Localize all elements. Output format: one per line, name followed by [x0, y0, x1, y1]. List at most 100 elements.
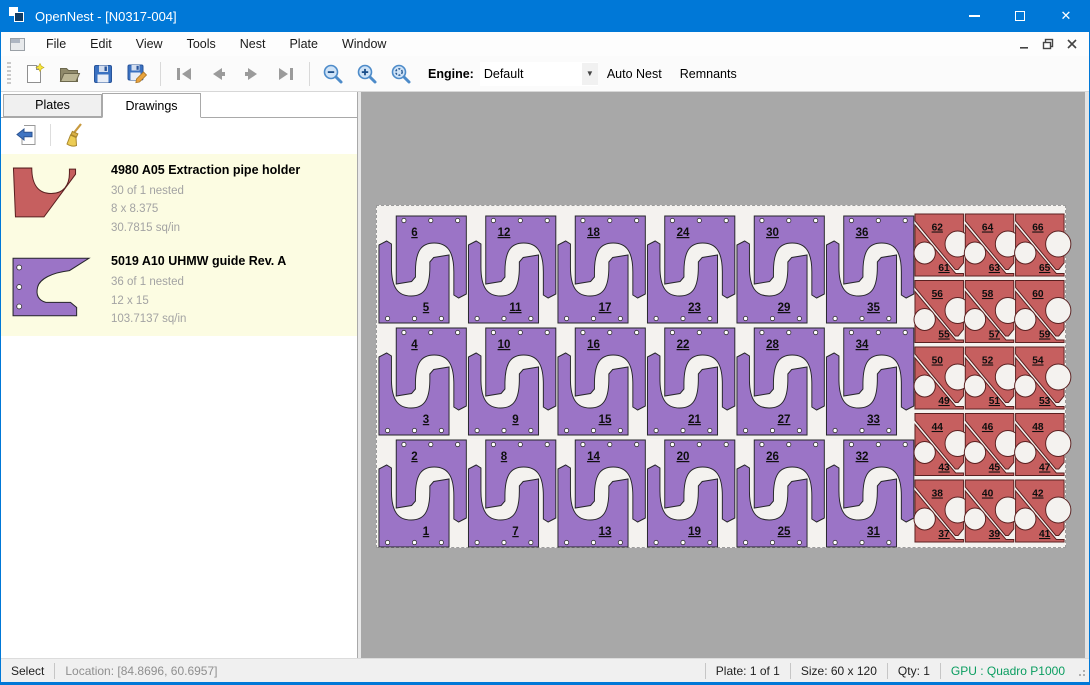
nest-pair-purple[interactable]: 87 [468, 440, 555, 547]
svg-text:40: 40 [982, 488, 994, 499]
menu-tools[interactable]: Tools [175, 34, 228, 54]
menu-nest[interactable]: Nest [228, 34, 278, 54]
first-plate-button[interactable] [169, 60, 199, 88]
canvas-scroll-strip[interactable] [1085, 92, 1089, 658]
nest-pair-purple[interactable]: 43 [379, 328, 466, 435]
drawing-size: 12 x 15 [111, 292, 351, 310]
nest-pair-red[interactable]: 4847 [1015, 414, 1071, 476]
zoom-out-icon [321, 62, 345, 86]
nest-pair-red[interactable]: 5857 [964, 281, 1020, 343]
nest-pair-red[interactable]: 6059 [1015, 281, 1071, 343]
nest-pair-purple[interactable]: 2827 [737, 328, 824, 435]
svg-text:16: 16 [587, 338, 600, 351]
nest-pair-red[interactable]: 5453 [1015, 347, 1071, 409]
mdi-close-button[interactable] [1063, 36, 1081, 52]
new-button[interactable] [20, 60, 50, 88]
next-plate-button[interactable] [237, 60, 267, 88]
tab-plates[interactable]: Plates [3, 94, 102, 117]
svg-text:42: 42 [1032, 488, 1044, 499]
svg-text:11: 11 [509, 301, 522, 314]
nest-pair-purple[interactable]: 14 13 [558, 440, 645, 547]
nest-pair-red[interactable]: 4039 [964, 480, 1020, 542]
nest-pair-purple[interactable]: 109 [468, 328, 555, 435]
menu-file[interactable]: File [34, 34, 78, 54]
last-plate-button[interactable] [271, 60, 301, 88]
drawing-item[interactable]: 5019 A10 UHMW guide Rev. A 36 of 1 neste… [1, 245, 357, 336]
nest-canvas[interactable]: 6512111817242330293635431091615222128273… [361, 92, 1089, 658]
mdi-child-icon[interactable] [10, 38, 25, 51]
nest-pair-red[interactable]: 4241 [1015, 480, 1071, 542]
nest-pair-purple[interactable]: 2423 [647, 216, 734, 323]
nest-pair-purple[interactable]: 1817 [558, 216, 645, 323]
save-as-button[interactable] [122, 60, 152, 88]
previous-arrow-icon [207, 63, 229, 85]
zoom-in-icon [355, 62, 379, 86]
save-as-icon [125, 62, 149, 86]
menu-view[interactable]: View [124, 34, 175, 54]
main-toolbar: Engine: Default ▼ Auto Nest Remnants [1, 56, 1089, 92]
auto-nest-button[interactable]: Auto Nest [598, 62, 671, 86]
nest-pair-red[interactable]: 4443 [914, 414, 970, 476]
svg-text:24: 24 [677, 226, 690, 239]
mdi-restore-button[interactable] [1039, 36, 1057, 52]
menu-window[interactable]: Window [330, 34, 398, 54]
nest-pair-red[interactable]: 6463 [964, 214, 1020, 276]
nest-pair-red[interactable]: 6261 [914, 214, 970, 276]
menu-plate[interactable]: Plate [277, 34, 330, 54]
nest-pair-purple[interactable]: 2625 [737, 440, 824, 547]
engine-combobox[interactable]: Default ▼ [480, 62, 598, 86]
remnants-button[interactable]: Remnants [671, 62, 746, 86]
nest-pair-red[interactable]: 6665 [1015, 214, 1071, 276]
left-panel: Plates Drawings [1, 92, 358, 658]
maximize-button[interactable] [997, 0, 1043, 32]
svg-text:20: 20 [677, 450, 690, 463]
save-icon [91, 62, 115, 86]
nest-pair-purple[interactable]: 21 [379, 440, 466, 547]
maximize-icon [1015, 11, 1025, 21]
minimize-button[interactable] [951, 0, 997, 32]
nest-pair-purple[interactable]: 1615 [558, 328, 645, 435]
zoom-out-button[interactable] [318, 60, 348, 88]
nest-pair-purple[interactable]: 3029 [737, 216, 824, 323]
import-drawing-button[interactable] [13, 121, 41, 149]
toolbar-grip[interactable] [7, 62, 11, 86]
mdi-minimize-button[interactable] [1015, 36, 1033, 52]
drawing-title: 5019 A10 UHMW guide Rev. A [111, 254, 351, 268]
svg-text:13: 13 [599, 525, 612, 538]
nest-pair-purple[interactable]: 2221 [647, 328, 734, 435]
status-qty: Qty: 1 [888, 663, 940, 679]
tab-drawings[interactable]: Drawings [102, 93, 201, 118]
nest-pair-red[interactable]: 5655 [914, 281, 970, 343]
previous-plate-button[interactable] [203, 60, 233, 88]
close-button[interactable]: ✕ [1043, 0, 1089, 32]
svg-text:47: 47 [1039, 462, 1051, 473]
zoom-extents-button[interactable] [386, 60, 416, 88]
svg-text:14: 14 [587, 450, 600, 463]
resize-grip[interactable] [1075, 659, 1089, 682]
drawing-item[interactable]: 4980 A05 Extraction pipe holder 30 of 1 … [1, 154, 357, 245]
drawing-nested: 36 of 1 nested [111, 273, 351, 291]
drawing-title: 4980 A05 Extraction pipe holder [111, 163, 351, 177]
nest-pair-purple[interactable]: 2019 [647, 440, 734, 547]
nest-pair-red[interactable]: 5049 [914, 347, 970, 409]
plate[interactable]: 6512111817242330293635431091615222128273… [376, 205, 1066, 548]
drawing-thumbnail-purple [11, 256, 91, 318]
resize-grip-icon [1076, 669, 1086, 679]
nest-pair-purple[interactable]: 65 [379, 216, 466, 323]
mdi-restore-icon [1042, 38, 1054, 50]
nest-pair-purple[interactable]: 3635 [826, 216, 913, 323]
save-button[interactable] [88, 60, 118, 88]
drawing-area: 103.7137 sq/in [111, 310, 351, 328]
nest-pair-red[interactable]: 5251 [964, 347, 1020, 409]
zoom-in-button[interactable] [352, 60, 382, 88]
nest-pair-purple[interactable]: 3231 [826, 440, 913, 547]
nest-pair-purple[interactable]: 3433 [826, 328, 913, 435]
clear-drawings-button[interactable] [60, 121, 88, 149]
open-button[interactable] [54, 60, 84, 88]
nest-pair-red[interactable]: 4645 [964, 414, 1020, 476]
nest-pair-red[interactable]: 3837 [914, 480, 970, 542]
nest-pair-purple[interactable]: 1211 [468, 216, 555, 323]
status-mode: Select [1, 663, 54, 679]
menu-edit[interactable]: Edit [78, 34, 124, 54]
open-folder-icon [57, 62, 81, 86]
